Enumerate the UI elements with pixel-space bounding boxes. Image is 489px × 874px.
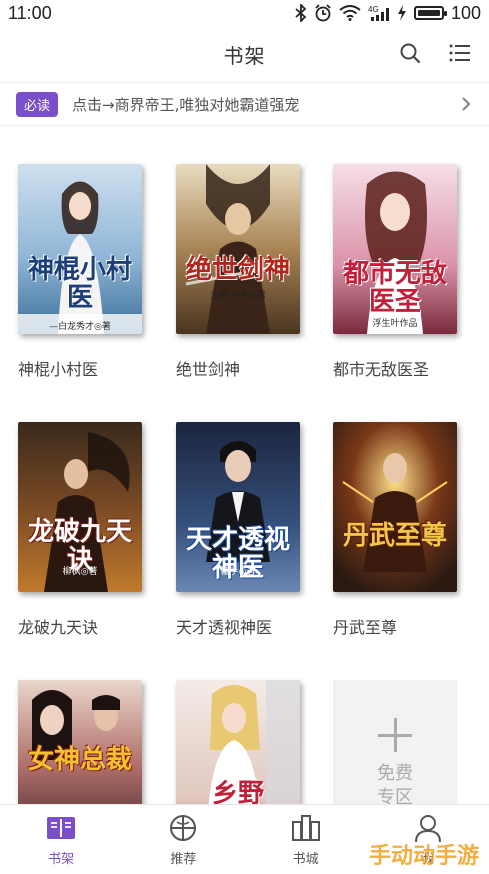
cover-author: —白龙秀才◎著	[49, 322, 111, 332]
nav-label: 推荐	[170, 852, 197, 867]
nav-recommend[interactable]: 推荐	[122, 805, 244, 874]
book-cover: 丹武至尊	[333, 422, 457, 592]
search-button[interactable]	[397, 40, 423, 66]
cover-author: 无用·书生◎著	[210, 291, 266, 301]
wifi-icon	[339, 5, 361, 21]
recommend-icon	[167, 812, 199, 844]
book-title: 神棍小村医	[18, 360, 99, 379]
nav-profile[interactable]: 我	[367, 805, 489, 874]
book-cover: 绝世剑神 无用·书生◎著	[176, 164, 300, 334]
status-bar: 11:00 4G 100	[0, 0, 489, 26]
profile-icon	[412, 812, 444, 844]
cover-art-image	[176, 164, 300, 334]
bookshelf-grid: 神棍小村医 —白龙秀才◎著 神棍小村医 绝世剑神 无用·书生◎著 绝世剑神 都市…	[0, 126, 489, 804]
page-title: 书架	[223, 43, 266, 68]
bluetooth-icon	[295, 4, 307, 22]
book-cover: 乡野	[176, 680, 300, 804]
book-item[interactable]: 龙破九天诀 柳枫◎著 龙破九天诀	[18, 422, 142, 638]
book-cover: 都市无敌医圣 浮生叶作品	[333, 164, 457, 334]
nav-label: 书城	[292, 852, 319, 867]
cover-author: 浮生叶作品	[372, 319, 418, 329]
book-title: 丹武至尊	[333, 618, 398, 637]
book-cover: 天才透视神医 覆手◎著	[176, 422, 300, 592]
book-item[interactable]: 丹武至尊 丹武至尊	[333, 422, 457, 638]
book-item[interactable]: 乡野	[176, 680, 300, 804]
chevron-right-icon	[459, 97, 473, 111]
plus-icon	[378, 718, 412, 752]
cover-art-image	[18, 680, 142, 804]
cover-author: 覆手◎著	[220, 567, 256, 577]
charging-icon	[397, 5, 407, 21]
status-time: 11:00	[8, 2, 52, 23]
cover-title: 乡野	[211, 779, 264, 804]
book-title: 龙破九天诀	[18, 618, 99, 637]
search-icon	[400, 43, 421, 64]
free-zone-label-2: 专区	[377, 787, 413, 804]
notice-text: 点击→商界帝王,唯独对她霸道强宠	[72, 95, 300, 114]
list-menu-icon	[449, 44, 470, 62]
book-title: 都市无敌医圣	[333, 360, 430, 379]
cover-title: 神棍小村医	[27, 255, 132, 313]
header-actions	[397, 40, 473, 66]
menu-button[interactable]	[447, 40, 473, 66]
book-item[interactable]: 都市无敌医圣 浮生叶作品 都市无敌医圣	[333, 164, 457, 380]
book-item[interactable]: 神棍小村医 —白龙秀才◎著 神棍小村医	[18, 164, 142, 380]
book-cover: 女神总裁	[18, 680, 142, 804]
free-zone-button[interactable]: 免费 专区	[333, 680, 457, 804]
svg-text:4G: 4G	[368, 5, 379, 14]
status-icons: 4G 100	[295, 3, 481, 24]
nav-label: 我	[421, 852, 435, 867]
bottom-navigation: 书架 推荐 书城 我	[0, 804, 489, 874]
free-zone-label-1: 免费	[377, 763, 413, 784]
book-cover: 神棍小村医 —白龙秀才◎著	[18, 164, 142, 334]
bookshelf-icon	[45, 812, 77, 844]
cover-title: 女神总裁	[27, 745, 132, 775]
alarm-icon	[314, 4, 332, 22]
nav-bookshelf[interactable]: 书架	[0, 805, 122, 874]
book-item[interactable]: 绝世剑神 无用·书生◎著 绝世剑神	[176, 164, 300, 380]
battery-percent: 100	[450, 2, 481, 23]
cover-title: 丹武至尊	[342, 521, 447, 551]
notice-banner[interactable]: 必读 点击→商界帝王,唯独对她霸道强宠	[0, 82, 489, 126]
signal-4g-icon: 4G	[368, 4, 390, 22]
app-header: 书架	[0, 26, 489, 82]
cover-title: 绝世剑神	[185, 255, 290, 285]
cover-title: 都市无敌医圣	[342, 259, 447, 317]
cover-author: 柳枫◎著	[62, 567, 98, 577]
nav-bookstore[interactable]: 书城	[245, 805, 367, 874]
notice-tag: 必读	[16, 91, 59, 117]
battery-icon	[413, 6, 447, 20]
book-title: 天才透视神医	[176, 618, 273, 637]
bookstore-icon	[290, 812, 322, 844]
book-title: 绝世剑神	[176, 360, 241, 379]
cover-art-image	[333, 422, 457, 592]
book-item[interactable]: 天才透视神医 覆手◎著 天才透视神医	[176, 422, 300, 638]
book-cover: 龙破九天诀 柳枫◎著	[18, 422, 142, 592]
nav-label: 书架	[48, 852, 75, 867]
book-item[interactable]: 女神总裁	[18, 680, 142, 804]
